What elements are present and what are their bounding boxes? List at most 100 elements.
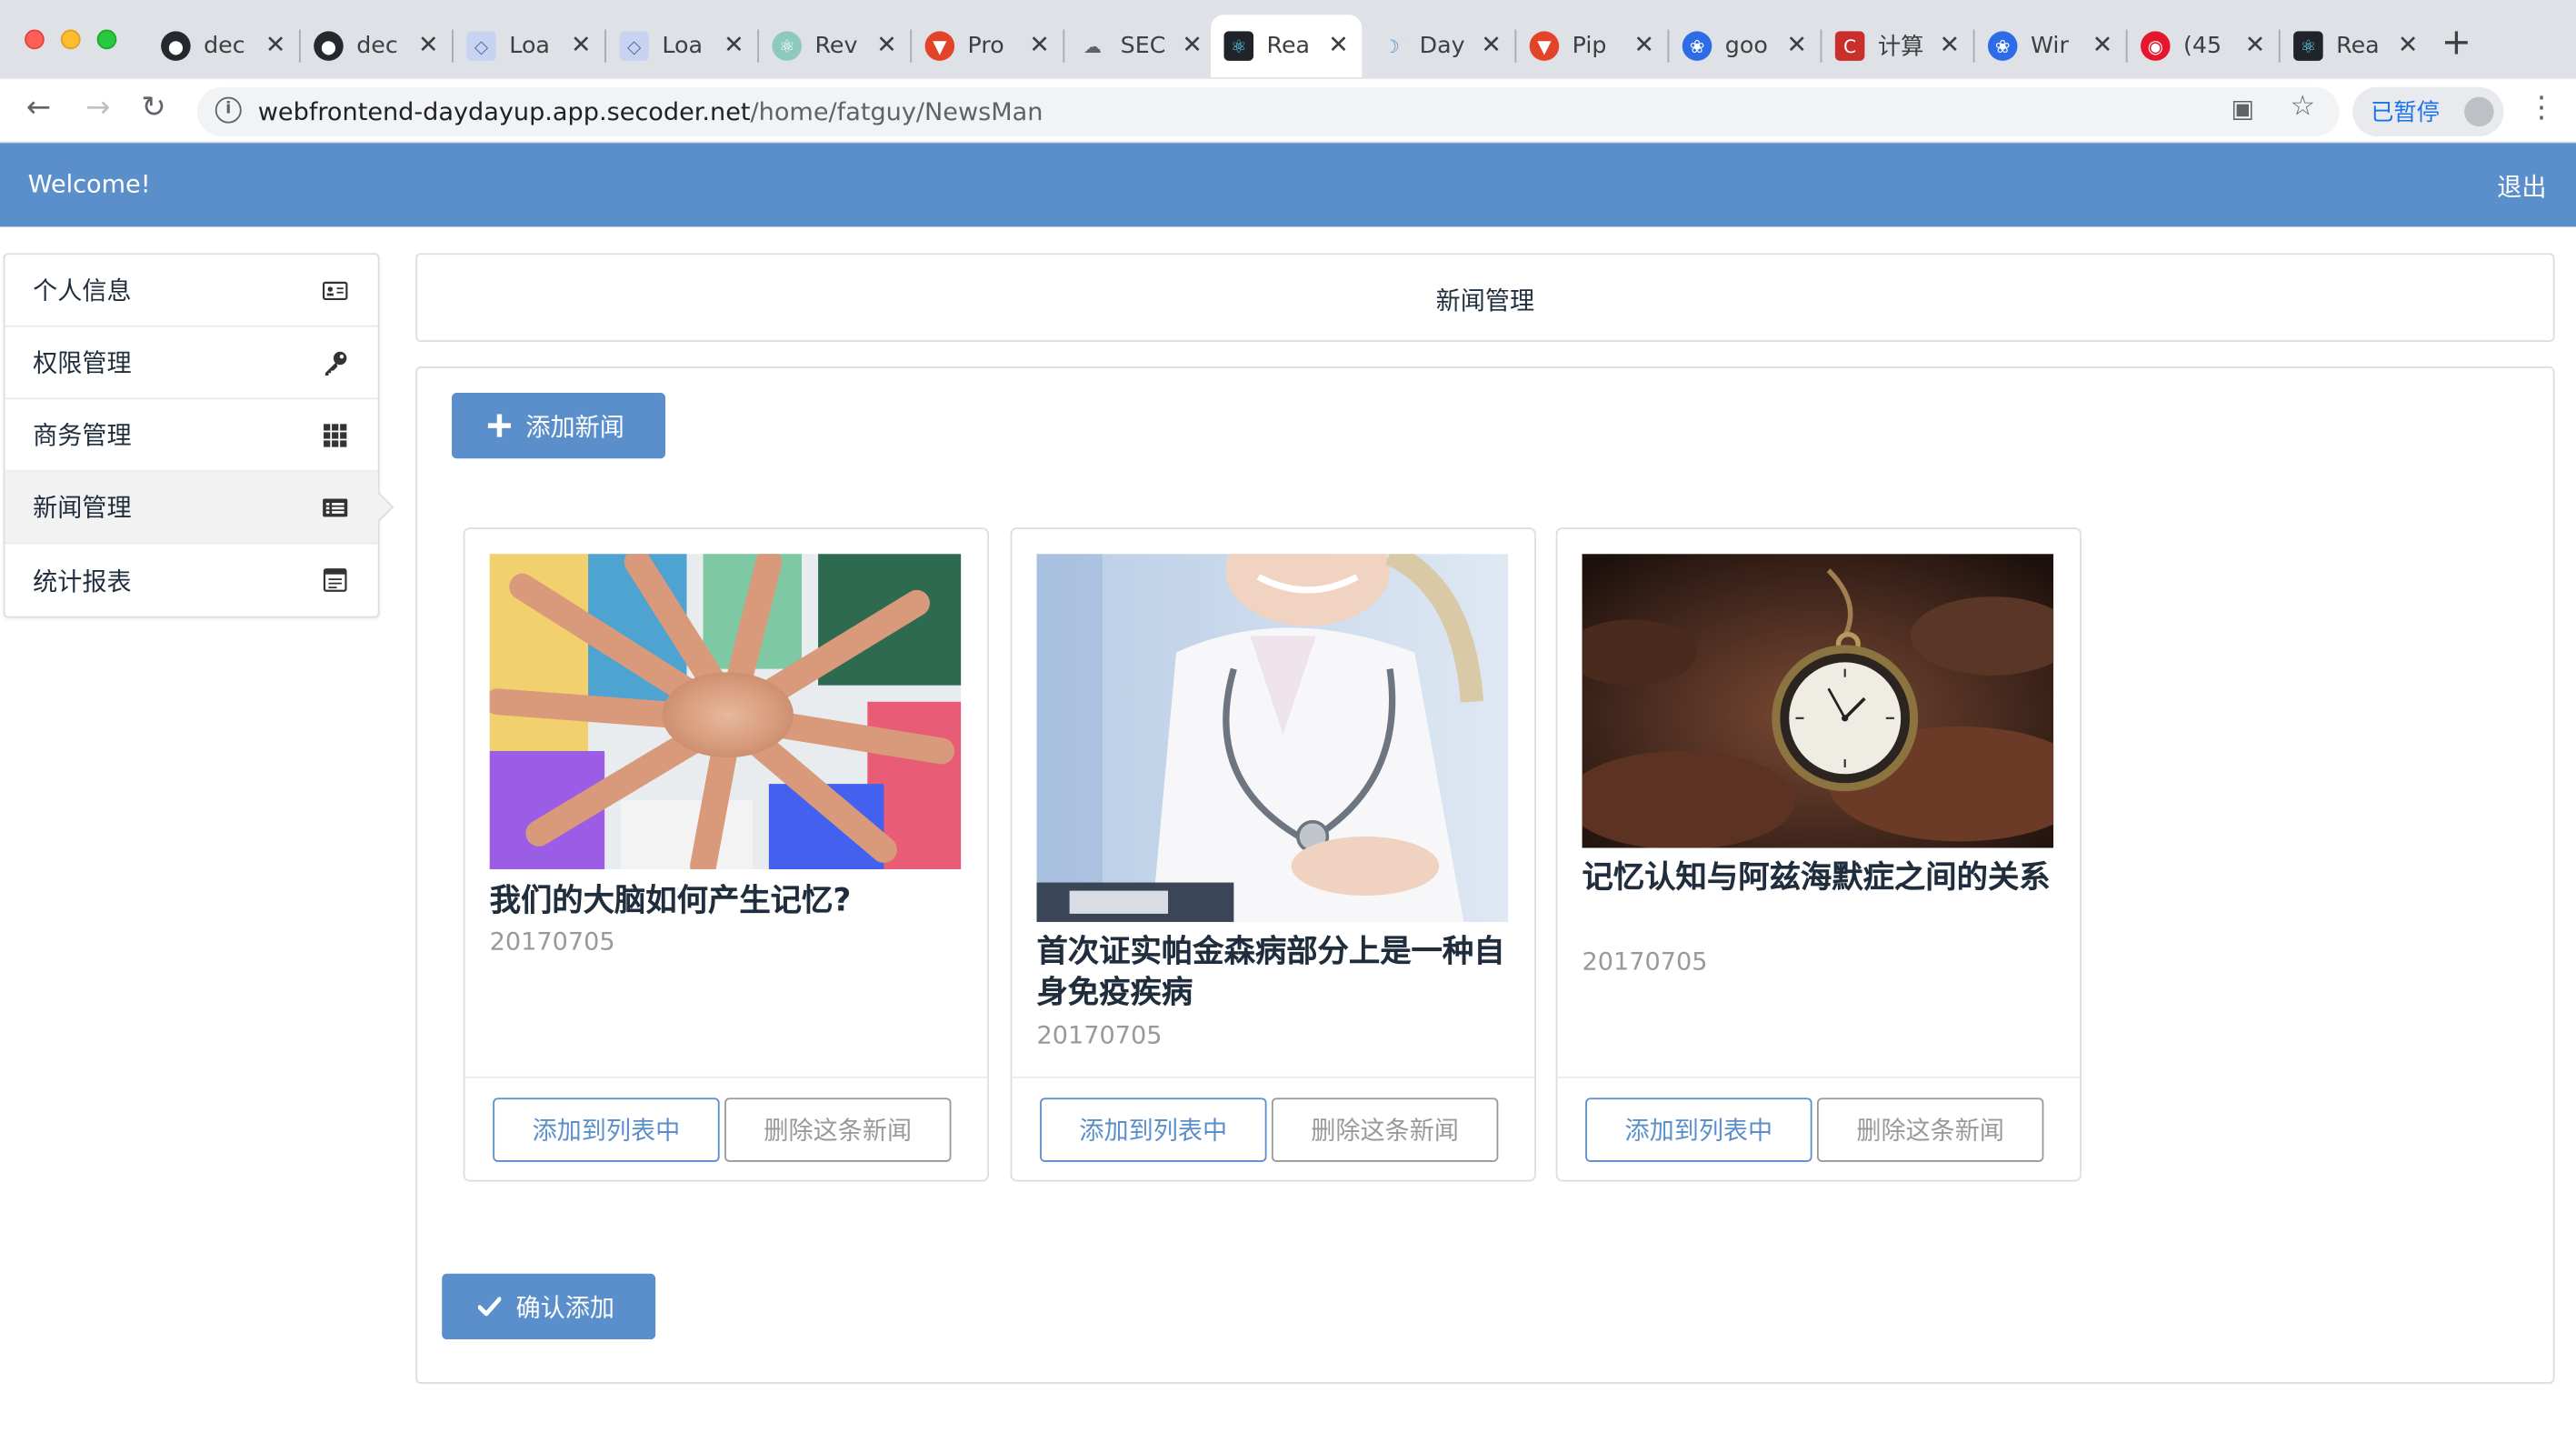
baidu-icon: ❀ [1987, 31, 2018, 61]
close-tab-icon[interactable]: ✕ [876, 30, 897, 60]
close-tab-icon[interactable]: ✕ [2092, 30, 2113, 60]
browser-tab[interactable]: ❀ goo ✕ [1669, 15, 1822, 77]
browser-tab[interactable]: ☽ Day ✕ [1363, 15, 1517, 77]
newspaper-icon [323, 498, 348, 517]
address-bar[interactable]: i webfrontend-daydayup.app.secoder.net/h… [196, 86, 2340, 137]
delete-news-button[interactable]: 删除这条新闻 [1816, 1097, 2044, 1162]
browser-tab[interactable]: ◉ (45 ✕ [2128, 15, 2281, 77]
id-card-icon [322, 281, 348, 301]
close-tab-icon[interactable]: ✕ [2245, 30, 2266, 60]
react-icon: ⚛ [772, 31, 803, 61]
close-tab-icon[interactable]: ✕ [1481, 30, 1502, 60]
news-date: 20170705 [1582, 947, 1708, 977]
sidebar-item-label: 新闻管理 [33, 493, 132, 523]
delete-news-button[interactable]: 删除这条新闻 [724, 1097, 952, 1162]
cloud-icon: ☁ [1077, 31, 1108, 61]
browser-tab[interactable]: ⚛ Rea ✕ [2281, 15, 2431, 77]
sidebar-item-profile[interactable]: 个人信息 [5, 255, 378, 327]
page-title-panel: 新闻管理 [415, 253, 2555, 342]
key-icon [324, 351, 347, 376]
sidebar-item-label: 统计报表 [33, 566, 132, 596]
profile-paused-button[interactable]: 已暂停 [2352, 86, 2504, 137]
news-title: 记忆认知与阿兹海默症之间的关系 [1582, 859, 2051, 897]
add-to-list-button[interactable]: 添加到列表中 [493, 1097, 720, 1162]
close-tab-icon[interactable]: ✕ [1182, 30, 1203, 60]
news-card: 记忆认知与阿兹海默症之间的关系 20170705 添加到列表中 删除这条新闻 [1555, 527, 2082, 1182]
browser-tab[interactable]: ● dec ✕ [301, 15, 454, 77]
news-card: 首次证实帕金森病部分上是一种自身免疫疾病 20170705 添加到列表中 删除这… [1010, 527, 1536, 1182]
sidebar-item-reports[interactable]: 统计报表 [5, 544, 377, 616]
back-arrow-icon[interactable]: ← [26, 90, 51, 125]
close-tab-icon[interactable]: ✕ [1633, 30, 1654, 60]
card-divider [1012, 1076, 1535, 1078]
close-tab-icon[interactable]: ✕ [1029, 30, 1050, 60]
github-icon: ● [314, 31, 344, 61]
browser-tab[interactable]: C 计算 ✕ [1822, 15, 1975, 77]
close-tab-icon[interactable]: ✕ [265, 30, 286, 60]
browser-tab[interactable]: ◇ Loa ✕ [454, 15, 606, 77]
browser-tab[interactable]: ☁ SEC ✕ [1064, 15, 1215, 77]
gitlab-icon: ▼ [924, 31, 955, 61]
close-window-button[interactable] [25, 29, 45, 50]
minimize-window-button[interactable] [60, 29, 81, 50]
react-icon: ⚛ [1223, 31, 1254, 61]
browser-tab[interactable]: ● dec ✕ [148, 15, 301, 77]
browser-tab-active[interactable]: ⚛ Rea ✕ [1211, 15, 1363, 77]
close-tab-icon[interactable]: ✕ [1939, 30, 1960, 60]
page-icon: ◇ [619, 31, 649, 61]
app-header: Welcome! 退出 [0, 143, 2576, 227]
gitlab-icon: ▼ [1529, 31, 1560, 61]
close-tab-icon[interactable]: ✕ [2398, 30, 2419, 60]
sidebar-item-business[interactable]: 商务管理 [5, 399, 378, 472]
browser-tab[interactable]: ▼ Pro ✕ [912, 15, 1065, 77]
news-image-hands [489, 554, 962, 870]
forward-arrow-icon[interactable]: → [85, 90, 110, 125]
news-panel: 添加新闻 我们的大脑如何产生记忆? 20170705 添加到列表中 删除这条新闻… [415, 366, 2555, 1384]
close-tab-icon[interactable]: ✕ [418, 30, 439, 60]
url-text[interactable]: webfrontend-daydayup.app.secoder.net/hom… [258, 97, 1043, 127]
delete-news-button[interactable]: 删除这条新闻 [1271, 1097, 1499, 1162]
browser-toolbar: ← → ↻ i webfrontend-daydayup.app.secoder… [0, 78, 2576, 144]
sidebar-item-label: 商务管理 [33, 420, 132, 451]
add-to-list-button[interactable]: 添加到列表中 [1040, 1097, 1267, 1162]
logout-link[interactable]: 退出 [2497, 169, 2546, 204]
page-icon: ◇ [466, 31, 496, 61]
browser-tab-bar: ● dec ✕ ● dec ✕ ◇ Loa ✕ ◇ Loa ✕ ⚛ Rev ✕ ▼ Pro ✕ ☁ SEC… [0, 0, 2576, 79]
browser-tab[interactable]: ▼ Pip ✕ [1516, 15, 1670, 77]
translate-icon[interactable]: ▣ [2231, 94, 2254, 124]
bookmark-star-icon[interactable]: ☆ [2291, 90, 2316, 123]
c-icon: C [1834, 31, 1865, 61]
menu-kebab-icon[interactable]: ⋮ [2527, 90, 2557, 125]
news-title: 首次证实帕金森病部分上是一种自身免疫疾病 [1036, 933, 1505, 1011]
news-date: 20170705 [1036, 1020, 1163, 1050]
page-title: 新闻管理 [1435, 286, 1535, 316]
site-info-icon[interactable]: i [215, 96, 242, 124]
close-tab-icon[interactable]: ✕ [571, 30, 592, 60]
card-divider [1557, 1076, 2081, 1078]
close-tab-icon[interactable]: ✕ [1786, 30, 1807, 60]
add-to-list-button[interactable]: 添加到列表中 [1585, 1097, 1812, 1162]
browser-tab[interactable]: ⚛ Rev ✕ [759, 15, 913, 77]
baidu-icon: ❀ [1682, 31, 1712, 61]
card-divider [464, 1076, 988, 1078]
add-news-button[interactable]: 添加新闻 [452, 392, 665, 459]
browser-tab[interactable]: ◇ Loa ✕ [606, 15, 760, 77]
checkmark-icon [477, 1297, 502, 1317]
avatar [2464, 96, 2494, 127]
reload-icon[interactable]: ↻ [141, 90, 165, 125]
sidebar-item-permissions[interactable]: 权限管理 [5, 327, 378, 400]
sidebar-item-label: 个人信息 [33, 276, 132, 306]
new-tab-plus-icon[interactable]: + [2441, 23, 2471, 64]
plus-icon [487, 414, 512, 437]
confirm-add-button[interactable]: 确认添加 [442, 1273, 656, 1340]
close-tab-icon[interactable]: ✕ [724, 30, 744, 60]
close-tab-icon[interactable]: ✕ [1328, 30, 1349, 60]
sidebar-item-news[interactable]: 新闻管理 [5, 471, 378, 545]
news-card: 我们的大脑如何产生记忆? 20170705 添加到列表中 删除这条新闻 [463, 527, 990, 1182]
browser-tab[interactable]: ❀ Wir ✕ [1974, 15, 2128, 77]
moon-icon: ☽ [1376, 31, 1407, 61]
welcome-text: Welcome! [27, 169, 151, 199]
news-image-doctor [1036, 554, 1509, 922]
maximize-window-button[interactable] [96, 29, 117, 50]
sidebar-menu: 个人信息 权限管理 商务管理 新闻管理 统计报表 [3, 253, 380, 618]
